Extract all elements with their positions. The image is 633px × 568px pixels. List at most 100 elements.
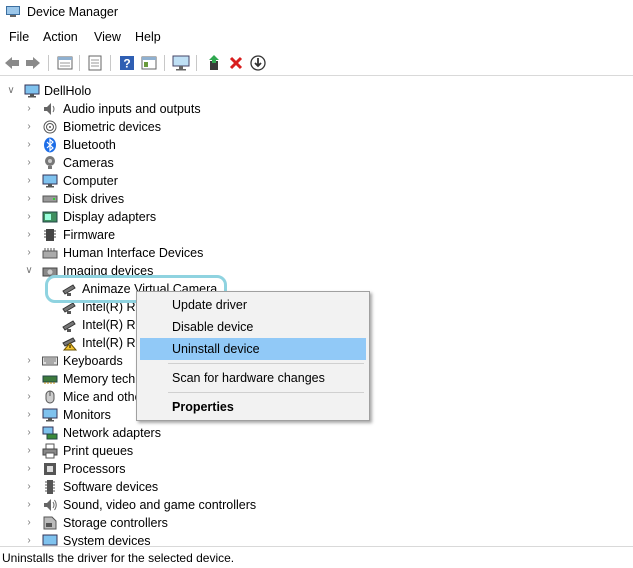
category-label: Storage controllers [63, 516, 168, 530]
menu-item-label: Disable device [172, 320, 254, 334]
expand-icon[interactable]: › [24, 463, 34, 475]
tree-category[interactable]: › Bluetooth [0, 136, 633, 154]
menu-item-disable-device[interactable]: Disable device [140, 316, 366, 338]
status-text: Uninstalls the driver for the selected d… [2, 551, 235, 565]
expand-icon[interactable]: › [24, 157, 34, 169]
update-driver-icon[interactable] [205, 54, 223, 72]
expand-icon[interactable]: › [24, 409, 34, 421]
computer-icon [24, 84, 40, 98]
keyboard-icon [42, 356, 58, 366]
tree-category[interactable]: › Computer [0, 172, 633, 190]
category-label: Biometric devices [63, 120, 161, 134]
collapse-icon[interactable]: ∨ [6, 85, 16, 97]
fingerprint-icon [43, 120, 57, 134]
network-icon [42, 426, 58, 440]
category-label: Keyboards [63, 354, 123, 368]
expand-icon[interactable]: › [24, 247, 34, 259]
menu-item-uninstall-device[interactable]: Uninstall device [140, 338, 366, 360]
expand-icon[interactable]: › [24, 481, 34, 493]
bluetooth-icon [44, 137, 56, 153]
toolbar-separator [196, 55, 197, 71]
tree-category[interactable]: › Software devices [0, 478, 633, 496]
tree-category[interactable]: › System devices [0, 532, 633, 546]
tree-category[interactable]: › Storage controllers [0, 514, 633, 532]
menu-help[interactable]: Help [135, 30, 161, 44]
tree-category[interactable]: › Processors [0, 460, 633, 478]
category-label: System devices [63, 534, 151, 546]
tree-category[interactable]: › Network adapters [0, 424, 633, 442]
menu-item-label: Update driver [172, 298, 248, 312]
menu-item-update-driver[interactable]: Update driver [140, 294, 366, 316]
toolbar-separator [164, 55, 165, 71]
display-adapter-icon [42, 211, 58, 223]
category-label: Processors [63, 462, 126, 476]
back-icon[interactable] [3, 54, 21, 72]
expand-icon[interactable]: › [24, 355, 34, 367]
menu-action[interactable]: Action [43, 30, 78, 44]
category-label: Audio inputs and outputs [63, 102, 201, 116]
tree-category[interactable]: › Print queues [0, 442, 633, 460]
driver-icon[interactable] [86, 54, 104, 72]
uninstall-icon[interactable] [227, 54, 245, 72]
expand-icon[interactable]: › [24, 175, 34, 187]
processor-icon [44, 463, 56, 475]
menu-item-properties[interactable]: Properties [140, 396, 366, 418]
properties-icon[interactable] [56, 54, 74, 72]
menu-file[interactable]: File [9, 30, 29, 44]
toolbar: ? [0, 51, 633, 76]
expand-icon[interactable]: › [24, 373, 34, 385]
forward-icon[interactable] [24, 54, 42, 72]
expand-icon[interactable]: › [24, 427, 34, 439]
expand-icon[interactable]: › [24, 121, 34, 133]
expand-icon[interactable]: › [24, 499, 34, 511]
download-icon[interactable] [249, 54, 267, 72]
svg-text:?: ? [123, 57, 130, 71]
root-label: DellHolo [44, 84, 92, 98]
monitor-icon[interactable] [172, 54, 190, 72]
disk-icon [42, 195, 58, 203]
device-manager-icon [6, 6, 20, 17]
menu-separator [168, 363, 364, 364]
tree-category[interactable]: › Human Interface Devices [0, 244, 633, 262]
category-label: Firmware [63, 228, 116, 242]
device-label: Intel(R) Re [82, 318, 143, 332]
tree-root[interactable]: ∨ DellHolo [0, 82, 633, 100]
help-icon[interactable]: ? [118, 54, 136, 72]
menu-item-label: Uninstall device [172, 342, 260, 356]
expand-icon[interactable]: › [24, 517, 34, 529]
expand-icon[interactable]: › [24, 229, 34, 241]
system-icon [42, 534, 58, 546]
expand-icon[interactable]: › [24, 139, 34, 151]
view-icon[interactable] [140, 54, 158, 72]
hid-icon [42, 248, 58, 259]
toolbar-separator [48, 55, 49, 71]
expand-icon[interactable]: › [24, 193, 34, 205]
monitor-icon [42, 408, 58, 422]
context-menu: Update driver Disable device Uninstall d… [136, 291, 370, 421]
menu-item-scan-hardware[interactable]: Scan for hardware changes [140, 367, 366, 389]
menu-view[interactable]: View [94, 30, 121, 44]
collapse-icon[interactable]: ∨ [24, 265, 34, 277]
status-bar: Uninstalls the driver for the selected d… [0, 546, 633, 568]
mouse-icon [45, 390, 55, 404]
toolbar-separator [110, 55, 111, 71]
chip-icon [44, 229, 56, 241]
tree-category[interactable]: › Firmware [0, 226, 633, 244]
expand-icon[interactable]: › [24, 211, 34, 223]
menu-bar: File Action View Help [0, 28, 633, 48]
expand-icon[interactable]: › [24, 103, 34, 115]
tree-category[interactable]: › Audio inputs and outputs [0, 100, 633, 118]
sound-icon [44, 499, 57, 511]
tree-category[interactable]: › Sound, video and game controllers [0, 496, 633, 514]
category-label: Human Interface Devices [63, 246, 204, 260]
expand-icon[interactable]: › [24, 445, 34, 457]
tree-category[interactable]: › Cameras [0, 154, 633, 172]
tree-category[interactable]: › Disk drives [0, 190, 633, 208]
tree-category[interactable]: › Biometric devices [0, 118, 633, 136]
category-label: Print queues [63, 444, 134, 458]
tree-category[interactable]: › Display adapters [0, 208, 633, 226]
webcam-warning-icon [62, 337, 77, 351]
category-label: Mice and othe [63, 390, 142, 404]
expand-icon[interactable]: › [24, 391, 34, 403]
expand-icon[interactable]: › [24, 535, 34, 546]
